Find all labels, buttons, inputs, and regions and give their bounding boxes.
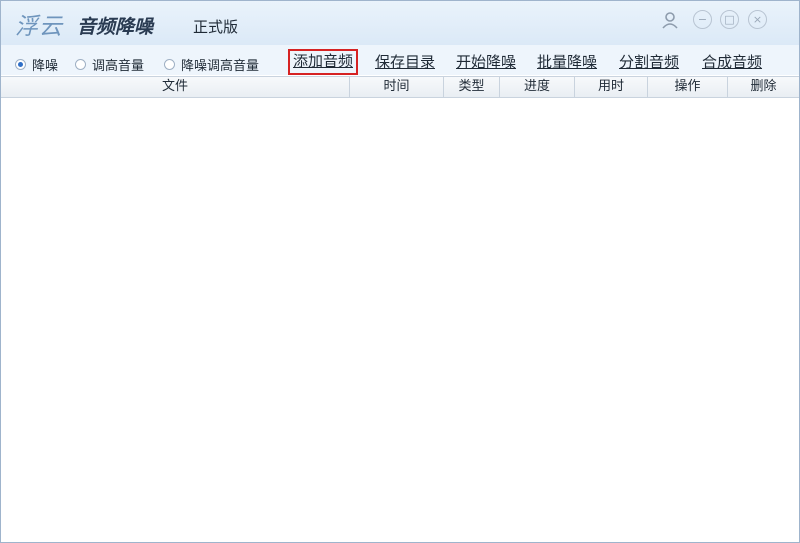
column-header-type[interactable]: 类型 <box>444 77 500 97</box>
toolbar: 降噪 调高音量 降噪调高音量 添加音频 保存目录 开始降噪 批量降噪 分割音频 … <box>1 45 799 75</box>
maximize-icon[interactable]: □ <box>720 10 739 29</box>
file-list-header: 文件 时间 类型 进度 用时 操作 删除 <box>1 76 799 98</box>
file-list-body[interactable] <box>1 98 799 542</box>
close-icon[interactable]: × <box>748 10 767 29</box>
column-header-file[interactable]: 文件 <box>1 77 350 97</box>
column-header-delete[interactable]: 删除 <box>728 77 799 97</box>
app-name: 音频降噪 <box>77 16 154 38</box>
user-icon[interactable] <box>660 10 680 30</box>
start-denoise-button[interactable]: 开始降噪 <box>456 51 516 73</box>
brand-logo-text: 浮云 <box>15 14 63 40</box>
mode-label: 调高音量 <box>92 59 145 74</box>
mode-radio-denoise[interactable]: 降噪 <box>15 55 58 74</box>
mode-radio-denoise-volume-up[interactable]: 降噪调高音量 <box>164 55 259 74</box>
mode-radio-volume-up[interactable]: 调高音量 <box>75 55 144 74</box>
minimize-icon[interactable]: − <box>693 10 712 29</box>
radio-unselected-icon[interactable] <box>164 59 175 70</box>
app-window: 浮云 音频降噪 正式版 − □ × 降噪 调高音量 降噪调高音量 添加音频 保存… <box>0 0 800 543</box>
batch-denoise-button[interactable]: 批量降噪 <box>537 51 597 73</box>
column-header-progress[interactable]: 进度 <box>500 77 575 97</box>
edition-label: 正式版 <box>193 18 239 36</box>
save-directory-button[interactable]: 保存目录 <box>375 51 435 73</box>
radio-unselected-icon[interactable] <box>75 59 86 70</box>
split-audio-button[interactable]: 分割音频 <box>619 51 679 73</box>
mode-label: 降噪调高音量 <box>181 59 260 74</box>
column-header-time[interactable]: 时间 <box>350 77 444 97</box>
mode-label: 降噪 <box>32 59 59 74</box>
add-audio-button[interactable]: 添加音频 <box>288 49 359 75</box>
radio-selected-icon[interactable] <box>15 59 26 70</box>
column-header-elapsed[interactable]: 用时 <box>575 77 648 97</box>
title-bar[interactable]: 浮云 音频降噪 正式版 − □ × <box>1 1 799 45</box>
column-header-action[interactable]: 操作 <box>648 77 728 97</box>
merge-audio-button[interactable]: 合成音频 <box>702 51 762 73</box>
